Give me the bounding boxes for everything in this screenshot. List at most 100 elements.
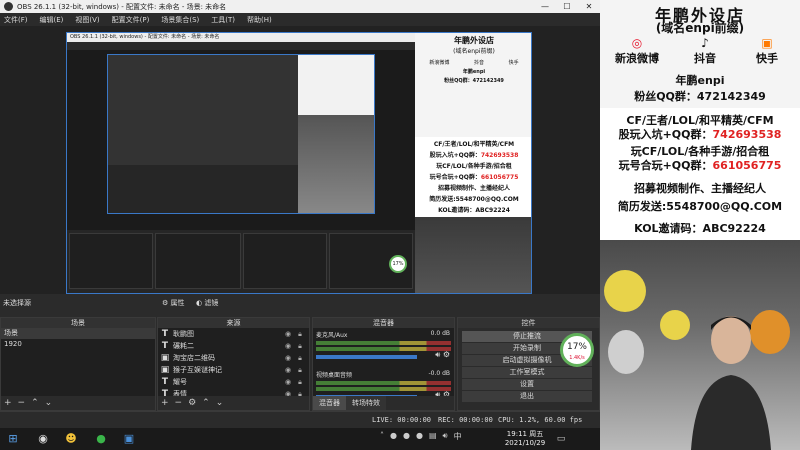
volume-meter [316, 347, 451, 351]
volume-meter [316, 381, 451, 385]
scene-item[interactable]: 场景 [1, 328, 155, 339]
gear-icon[interactable]: ⚙ [443, 350, 450, 359]
mixer-dock-title: 混音器 [313, 318, 454, 328]
move-up-icon[interactable]: ⌃ [202, 398, 210, 408]
menu-tools[interactable]: 工具(T) [211, 15, 235, 25]
eye-icon[interactable]: ◉ [283, 378, 293, 386]
streamer-person [691, 316, 771, 450]
scenes-dock: 场景 场景 1920 + − ⌃ ⌄ [0, 317, 156, 411]
nested-preview [67, 50, 415, 230]
scenes-list: 场景 1920 [1, 328, 155, 396]
clock-time: 19:11 周五 [506, 430, 544, 438]
shop-subtitle: (域名enpi前缀) [655, 21, 745, 35]
studio-mode-button[interactable]: 工作室模式 [462, 367, 592, 378]
tray-app-icon[interactable]: ● [390, 431, 397, 442]
lock-icon[interactable]: 🔒︎ [295, 378, 305, 387]
nested-resume-line: 简历发送:5548700@QQ.COM [429, 196, 519, 203]
network-icon[interactable]: ▤ [429, 431, 437, 442]
tab-transitions[interactable]: 转场特效 [346, 396, 386, 410]
tray-app-icon[interactable]: ● [403, 431, 410, 442]
status-bar: LIVE: 00:00:00 REC: 00:00:00 CPU: 1.2%, … [0, 411, 600, 428]
eye-icon[interactable]: ◉ [283, 366, 293, 374]
add-icon[interactable]: + [161, 398, 169, 408]
preview-area[interactable]: OBS 26.1.1 (32-bit, windows) - 配置文件: 未命名… [0, 26, 600, 294]
minimize-icon[interactable]: — [534, 2, 556, 11]
douyin-icon: ♪ [701, 36, 709, 50]
exit-button[interactable]: 退出 [462, 391, 592, 402]
filters-button[interactable]: ◐ 滤镜 [196, 297, 218, 308]
remove-icon[interactable]: − [175, 398, 183, 408]
menu-profile[interactable]: 配置文件(P) [112, 15, 150, 25]
scene-item[interactable]: 1920 [1, 339, 155, 350]
menu-edit[interactable]: 编辑(E) [40, 15, 64, 25]
nested-info-card: 年鹏外设店 (域名enpi前缀) 新浪微博 抖音 快手 年鹏enpi 粉丝QQ群… [415, 33, 531, 137]
menu-help[interactable]: 帮助(H) [247, 15, 272, 25]
lock-icon[interactable]: 🔒︎ [295, 342, 305, 351]
nested-deep-obs [108, 55, 298, 165]
input-method-icon[interactable]: 中 [454, 431, 462, 442]
source-item[interactable]: ▣ 淘宝店二维码 ◉ 🔒︎ [158, 352, 309, 364]
recruit-line: 招募视频制作、主播经纪人 [634, 182, 766, 195]
nested-kol-line: KOL邀请码：ABC92224 [438, 207, 510, 214]
window-title: OBS 26.1.1 (32-bit, windows) - 配置文件: 未命名… [17, 2, 227, 11]
game-taskbar-icon[interactable]: ● [92, 430, 110, 448]
app-taskbar-icon[interactable]: ☻ [62, 430, 80, 448]
settings-button[interactable]: 设置 [462, 379, 592, 390]
window-controls: — ☐ ✕ [534, 2, 600, 11]
lock-icon[interactable]: 🔒︎ [295, 366, 305, 375]
nested-mixer-dock [243, 233, 327, 289]
move-down-icon[interactable]: ⌄ [45, 398, 53, 408]
volume-icon[interactable]: 🔊︎ [443, 431, 448, 442]
weibo-link: ◎ 新浪微博 [602, 36, 672, 66]
maximize-icon[interactable]: ☐ [556, 2, 578, 11]
eye-icon[interactable]: ◉ [283, 342, 293, 350]
text-icon: T [161, 341, 169, 351]
lock-icon[interactable]: 🔒︎ [295, 330, 305, 339]
windows-start-icon[interactable]: ⊞ [4, 430, 22, 448]
source-item[interactable]: T 表情 ◉ 🔒︎ [158, 388, 309, 396]
preview-canvas[interactable]: OBS 26.1.1 (32-bit, windows) - 配置文件: 未命名… [66, 32, 532, 294]
volume-slider[interactable] [316, 355, 418, 359]
streamer-name: 年鹏enpi [675, 74, 725, 87]
volume-meter [316, 341, 451, 345]
scenes-dock-title: 场景 [1, 318, 155, 328]
nested-card-socials: 新浪微博 抖音 快手 [417, 59, 531, 66]
nested-douyin-label: 抖音 [473, 60, 484, 66]
lock-icon[interactable]: 🔒︎ [295, 354, 305, 363]
source-item[interactable]: ▣ 猴子互娱谜神记 ◉ 🔒︎ [158, 364, 309, 376]
move-down-icon[interactable]: ⌄ [216, 398, 224, 408]
network-rate: 1.4K/s [569, 355, 585, 361]
app2-taskbar-icon[interactable]: ▣ [120, 430, 138, 448]
menu-scene-collection[interactable]: 场景集合(S) [161, 15, 199, 25]
image-icon: ▣ [160, 365, 170, 375]
nested-cpu-gauge: 17% [389, 255, 407, 273]
windows-taskbar: ⊞ ◉ ☻ ● ▣ ˄ ● ● ● ▤ 🔊︎ 中 19:11 周五 2021/1… [0, 428, 600, 450]
move-up-icon[interactable]: ⌃ [31, 398, 39, 408]
source-item[interactable]: T 耀号 ◉ 🔒︎ [158, 376, 309, 388]
channel-controls: 🔊︎ ⚙ [435, 350, 450, 360]
nested-recruit-line: 招募视频制作、主播经纪人 [437, 185, 510, 192]
gear-icon[interactable]: ⚙ [443, 390, 450, 396]
obs-taskbar-icon[interactable]: ◉ [34, 430, 52, 448]
speaker-icon[interactable]: 🔊︎ [435, 390, 440, 396]
notification-icon[interactable]: ▭ [552, 430, 570, 448]
properties-button[interactable]: ⚙ 属性 [162, 297, 185, 308]
gear-icon[interactable]: ⚙ [188, 398, 196, 408]
source-item[interactable]: T 碾耗二 ◉ 🔒︎ [158, 340, 309, 352]
close-icon[interactable]: ✕ [578, 2, 600, 11]
speaker-icon[interactable]: 🔊︎ [435, 350, 440, 359]
system-tray: ˄ ● ● ● ▤ 🔊︎ 中 [380, 431, 462, 442]
remove-icon[interactable]: − [18, 398, 26, 408]
add-icon[interactable]: + [4, 398, 12, 408]
tab-mixer[interactable]: 混音器 [313, 396, 346, 410]
menu-file[interactable]: 文件(F) [4, 15, 28, 25]
taskbar-clock[interactable]: 19:11 周五 2021/10/29 [500, 430, 550, 448]
nested-game-line1: CF/王者/LOL/和平精英/CFM [433, 141, 515, 148]
source-item[interactable]: T 耿鹏图 ◉ 🔒︎ [158, 328, 309, 340]
eye-icon[interactable]: ◉ [283, 354, 293, 362]
tray-app-icon[interactable]: ● [416, 431, 423, 442]
menu-view[interactable]: 视图(V) [75, 15, 99, 25]
eye-icon[interactable]: ◉ [283, 330, 293, 338]
promo-block: CF/王者/LOL/和平精英/CFM 股玩入坑+QQ群：742693538 玩C… [600, 108, 800, 240]
chevron-up-icon[interactable]: ˄ [380, 431, 384, 442]
